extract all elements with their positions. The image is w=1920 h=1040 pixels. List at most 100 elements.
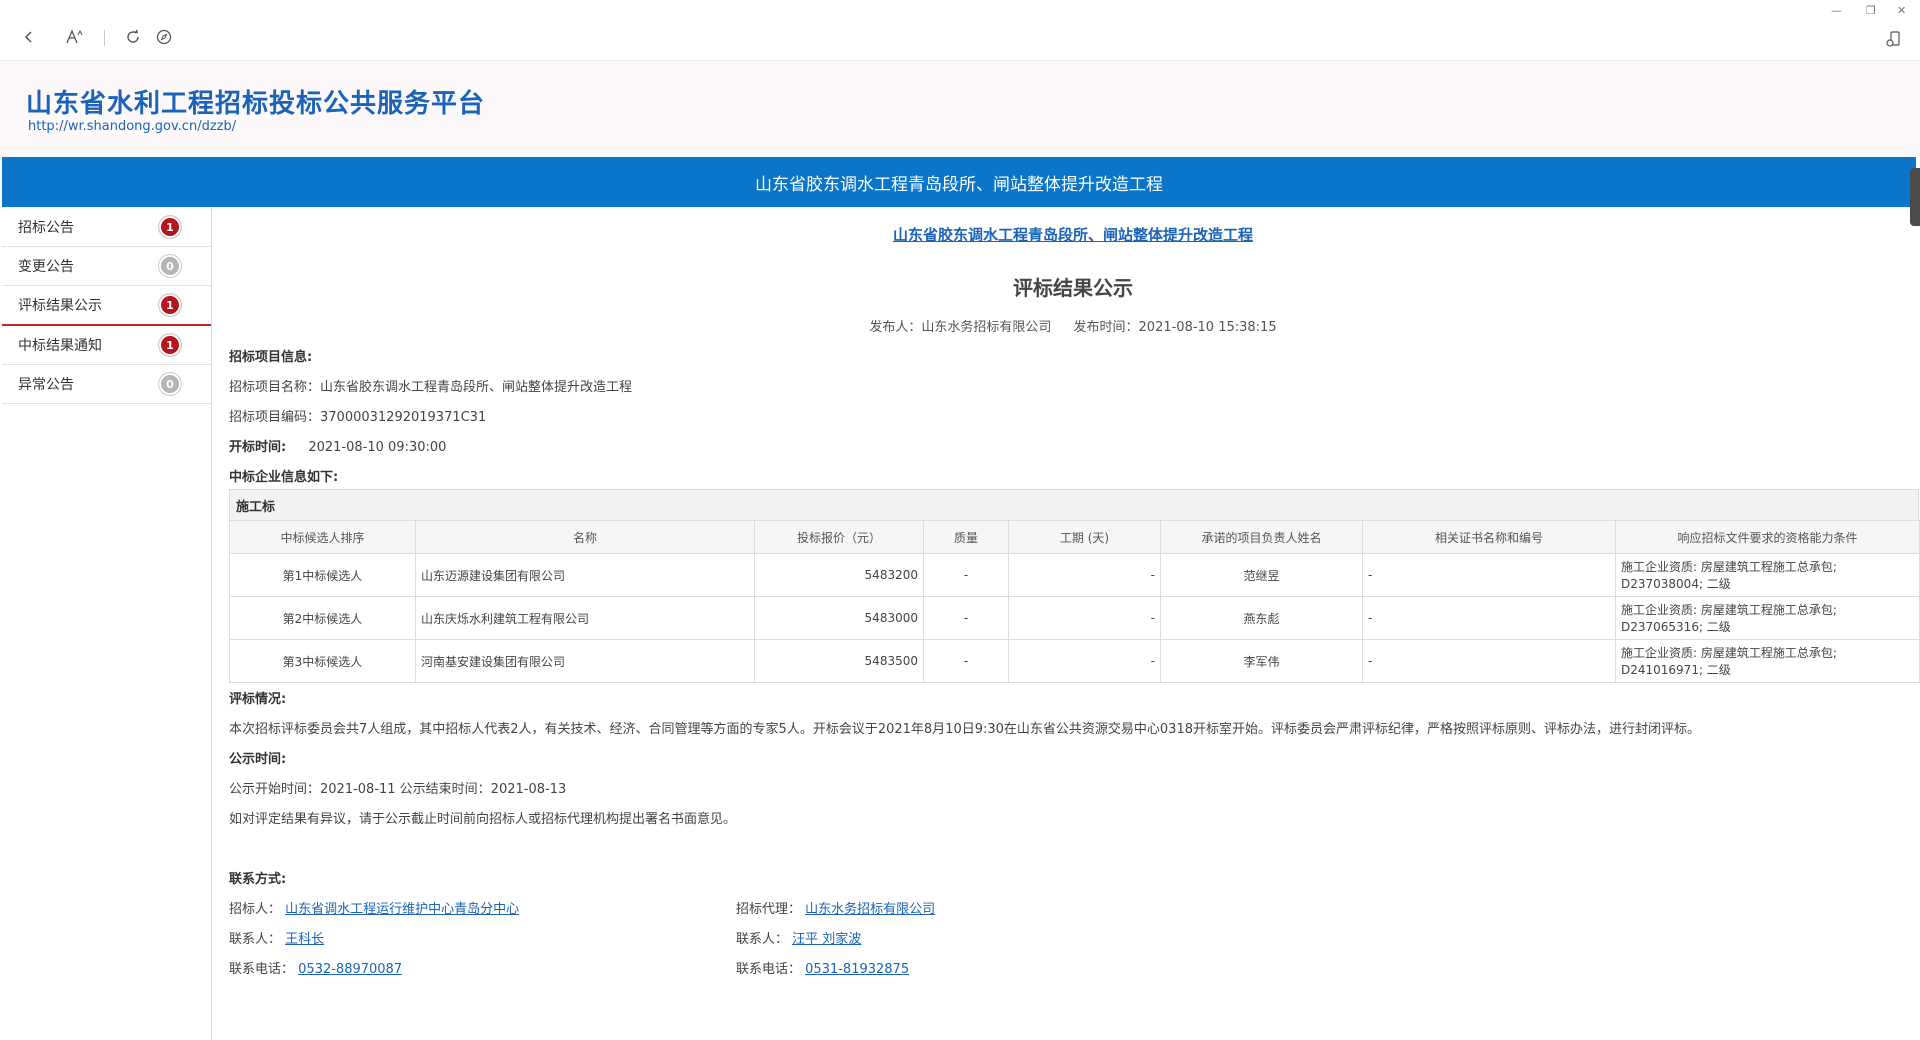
count-badge: 0 [159,255,181,277]
table-header: 中标候选人排序 [229,520,416,554]
tenderer-label: 招标人： [229,902,282,917]
table-header: 名称 [415,520,755,554]
project-name: 招标项目名称：山东省胶东调水工程青岛段所、闸站整体提升改造工程 [229,380,633,395]
sidebar-item-label: 中标结果通知 [18,338,102,354]
site-header: 山东省水利工程招标投标公共服务平台 http://wr.shandong.gov… [0,61,1920,157]
bid-price-cell: 5483000 [754,596,924,640]
objection-note: 如对评定结果有异议，请于公示截止时间前向招标人或招标代理机构提出署名书面意见。 [229,812,737,827]
table-row: 第2中标候选人 山东庆烁水利建筑工程有限公司 5483000 - - 燕东彪 -… [229,596,1920,640]
table-header: 承诺的项目负责人姓名 [1160,520,1363,554]
publish-meta: 发布人：山东水务招标有限公司 发布时间：2021-08-10 15:38:15 [213,316,1920,335]
table-row: 第1中标候选人 山东迈源建设集团有限公司 5483200 - - 范继昱 - 施… [229,553,1920,597]
manager-cell: 范继昱 [1160,553,1363,597]
duration-cell: - [1008,639,1161,683]
project-link[interactable]: 山东省胶东调水工程青岛段所、闸站整体提升改造工程 [213,224,1920,245]
sidebar-item-award-notice[interactable]: 中标结果通知 1 [2,326,211,365]
quality-cell: - [923,553,1009,597]
publish-time: 发布时间：2021-08-10 15:38:15 [1073,320,1277,335]
manager-cell: 燕东彪 [1160,596,1363,640]
extension-icon[interactable] [1882,28,1904,50]
page-title: 评标结果公示 [1013,276,1133,300]
agent-phone-link[interactable]: 0531-81932875 [805,962,909,977]
duration-cell: - [1008,553,1161,597]
eval-text: 本次招标评标委员会共7人组成，其中招标人代表2人，有关技术、经济、合同管理等方面… [229,722,1700,737]
winner-heading: 中标企业信息如下: [229,470,339,485]
company-cell: 山东庆烁水利建筑工程有限公司 [415,596,755,640]
count-badge: 1 [159,334,181,356]
company-cell: 山东迈源建设集团有限公司 [415,553,755,597]
sidebar-item-exception-notice[interactable]: 异常公告 0 [2,365,211,404]
site-url: http://wr.shandong.gov.cn/dzzb/ [28,119,237,134]
phone-label: 联系电话： [736,962,802,977]
compass-icon[interactable] [153,26,175,48]
back-icon[interactable] [18,26,40,48]
tenderer-contact-row: 联系人： 王科长 [229,928,324,947]
agent-link[interactable]: 山东水务招标有限公司 [805,902,935,917]
certificate-cell: - [1362,596,1616,640]
quality-cell: - [923,639,1009,683]
rank-cell: 第2中标候选人 [229,596,416,640]
notice-heading: 公示时间: [229,752,287,767]
sidebar-item-label: 评标结果公示 [18,298,102,314]
table-caption: 施工标 [229,489,1919,520]
publisher: 发布人：山东水务招标有限公司 [869,320,1052,335]
open-time: 开标时间: 2021-08-10 09:30:00 [229,436,446,455]
contact-label: 联系人： [736,932,789,947]
agent-row: 招标代理： 山东水务招标有限公司 [736,898,935,917]
tenderer-contact-link[interactable]: 王科长 [285,932,324,947]
table-header: 质量 [923,520,1009,554]
notice-time: 公示开始时间：2021-08-11 公示结束时间：2021-08-13 [229,782,567,797]
tenderer-row: 招标人： 山东省调水工程运行维护中心青岛分中心 [229,898,519,917]
table-header: 工期 (天) [1008,520,1161,554]
restore-icon[interactable]: ❐ [1866,4,1876,17]
sidebar-item-label: 异常公告 [18,377,74,393]
project-info-heading: 招标项目信息: [229,350,313,365]
manager-cell: 李军伟 [1160,639,1363,683]
sidebar-item-evaluation-result[interactable]: 评标结果公示 1 [2,286,211,326]
table-header: 投标报价（元） [754,520,924,554]
project-banner: 山东省胶东调水工程青岛段所、闸站整体提升改造工程 [2,157,1916,207]
tenderer-phone-link[interactable]: 0532-88970087 [298,962,402,977]
reader-font-icon[interactable] [64,26,86,48]
count-badge: 0 [159,373,181,395]
winner-table: 施工标 中标候选人排序 名称 投标报价（元） 质量 工期 (天) 承诺的项目负责… [229,489,1920,683]
bid-price-cell: 5483200 [754,553,924,597]
phone-label: 联系电话： [229,962,295,977]
company-cell: 河南基安建设集团有限公司 [415,639,755,683]
rank-cell: 第1中标候选人 [229,553,416,597]
count-badge: 1 [159,294,181,316]
toolbar-divider [104,30,105,46]
table-row: 第3中标候选人 河南基安建设集团有限公司 5483500 - - 李军伟 - 施… [229,639,1920,683]
table-header: 相关证书名称和编号 [1362,520,1616,554]
sidebar-item-label: 招标公告 [18,220,74,236]
qualification-cell: 施工企业资质: 房屋建筑工程施工总承包; D241016971; 二级 [1615,639,1920,683]
tenderer-phone-row: 联系电话： 0532-88970087 [229,958,402,977]
certificate-cell: - [1362,639,1616,683]
sidebar-item-change-notice[interactable]: 变更公告 0 [2,247,211,286]
agent-phone-row: 联系电话： 0531-81932875 [736,958,909,977]
sidebar: 招标公告 1 变更公告 0 评标结果公示 1 中标结果通知 1 异常公告 0 [2,208,212,1040]
agent-contact-row: 联系人： 汪平 刘家波 [736,928,861,947]
qualification-cell: 施工企业资质: 房屋建筑工程施工总承包; D237065316; 二级 [1615,596,1920,640]
agent-contact-link[interactable]: 汪平 刘家波 [792,932,861,947]
contact-label: 联系人： [229,932,282,947]
close-icon[interactable]: ✕ [1897,4,1906,17]
minimize-icon[interactable]: — [1831,4,1842,17]
sidebar-item-tender-notice[interactable]: 招标公告 1 [2,208,211,247]
quality-cell: - [923,596,1009,640]
rank-cell: 第3中标候选人 [229,639,416,683]
open-time-value: 2021-08-10 09:30:00 [308,440,447,455]
count-badge: 1 [159,216,181,238]
agent-label: 招标代理： [736,902,802,917]
main-content: 山东省胶东调水工程青岛段所、闸站整体提升改造工程 评标结果公示 发布人：山东水务… [213,208,1920,1040]
table-header: 响应招标文件要求的资格能力条件 [1615,520,1920,554]
bid-price-cell: 5483500 [754,639,924,683]
qualification-cell: 施工企业资质: 房屋建筑工程施工总承包; D237038004; 二级 [1615,553,1920,597]
duration-cell: - [1008,596,1161,640]
site-title[interactable]: 山东省水利工程招标投标公共服务平台 [26,83,485,120]
table-header-row: 中标候选人排序 名称 投标报价（元） 质量 工期 (天) 承诺的项目负责人姓名 … [229,520,1920,554]
refresh-icon[interactable] [122,26,144,48]
contact-heading: 联系方式: [229,872,287,887]
tenderer-link[interactable]: 山东省调水工程运行维护中心青岛分中心 [285,902,519,917]
sidebar-item-label: 变更公告 [18,259,74,275]
